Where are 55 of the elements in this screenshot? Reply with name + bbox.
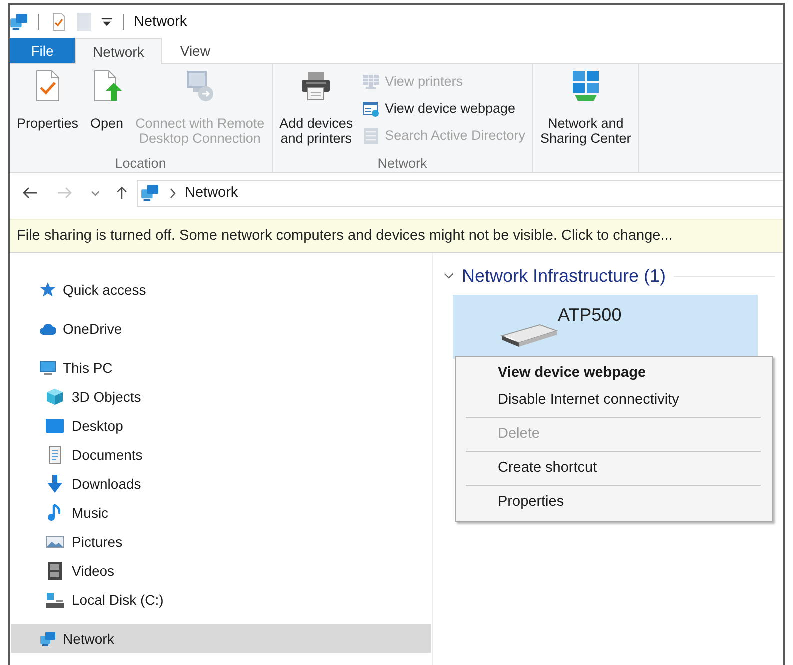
dropdown-icon[interactable] [101, 16, 113, 27]
sidebar-item[interactable]: 3D Objects [11, 382, 431, 411]
webpage-icon [363, 100, 380, 116]
info-bar[interactable]: File sharing is turned off. Some network computers and devices might not be visible. Click to change... [10, 219, 783, 253]
network-icon [141, 184, 159, 202]
file-tab[interactable]: File [10, 38, 75, 63]
sidebar-item[interactable]: Quick access [11, 275, 431, 304]
menu-item[interactable]: Create shortcut [456, 455, 772, 482]
ribbon-button[interactable]: Network and Sharing Center [536, 64, 636, 148]
sidebar-item[interactable]: Music [11, 498, 431, 527]
checkmark-document-icon[interactable] [51, 12, 65, 30]
monitor-arrow-icon [184, 70, 216, 102]
sidebar-item[interactable]: Documents [11, 440, 431, 469]
device-tile[interactable]: ATP500 [453, 295, 758, 359]
star-icon [40, 282, 56, 298]
disk-drive-icon [46, 590, 64, 608]
ribbon-button[interactable]: View device webpage [361, 95, 530, 122]
group-header[interactable]: Network Infrastructure (1) [444, 266, 666, 286]
menu-item[interactable]: View device webpage [456, 360, 772, 387]
sidebar-item[interactable]: OneDrive [11, 314, 431, 343]
back-icon[interactable] [22, 185, 38, 201]
ribbon-tab[interactable]: Network [75, 38, 162, 64]
network-icon [40, 630, 56, 646]
document-icon [46, 446, 64, 464]
breadcrumb-item[interactable]: Network [185, 185, 238, 201]
cube-icon [46, 388, 64, 406]
monitor-icon [40, 360, 56, 376]
sidebar-item[interactable]: Desktop [11, 411, 431, 440]
menu-item[interactable]: Disable Internet connectivity [456, 387, 772, 414]
desktop-icon [46, 416, 64, 434]
sidebar-item[interactable]: Pictures [11, 527, 431, 556]
sidebar-item[interactable]: Downloads [11, 469, 431, 498]
sidebar-item[interactable]: Network [11, 624, 431, 653]
sidebar-item[interactable]: Videos [11, 556, 431, 585]
ribbon-tab[interactable]: View [162, 38, 228, 63]
chevron-icon[interactable] [170, 188, 176, 198]
network-icon[interactable] [10, 12, 28, 30]
sidebar-item[interactable]: Local Disk (C:) [11, 585, 431, 614]
ribbon-button[interactable]: Properties [13, 64, 83, 133]
download-arrow-icon [46, 474, 64, 492]
ribbon-button[interactable]: Open [86, 64, 128, 133]
chevron-down-icon [444, 273, 454, 279]
window-title: Network [134, 14, 188, 30]
monitor-grid-icon [363, 74, 380, 90]
menu-item[interactable]: Properties [456, 489, 772, 516]
list-document-icon [363, 128, 380, 144]
ribbon-button[interactable]: Add devices and printers [276, 64, 358, 148]
film-icon [46, 562, 64, 580]
group-label: Network [378, 156, 428, 171]
address-field[interactable]: Network [137, 180, 783, 206]
caret-icon[interactable] [91, 190, 100, 196]
sidebar-item[interactable]: This PC [11, 353, 431, 382]
up-arrow-icon[interactable] [115, 185, 129, 201]
group-label: Location [115, 156, 166, 171]
printer-icon [300, 70, 332, 102]
